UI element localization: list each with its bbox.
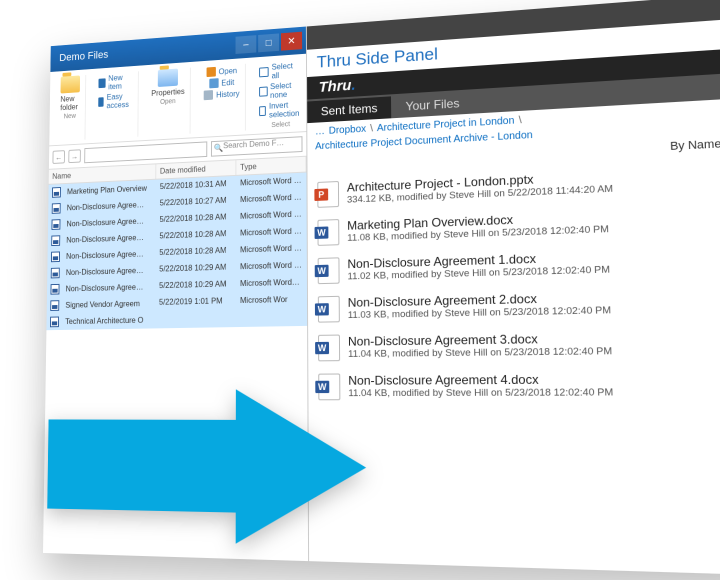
- properties-button[interactable]: Properties: [151, 68, 185, 98]
- window-title: Demo Files: [54, 49, 108, 64]
- word-doc-icon: [50, 317, 59, 328]
- new-folder-button[interactable]: New folder: [60, 75, 80, 112]
- word-doc-icon: [51, 268, 60, 279]
- select-all-button[interactable]: Select all: [259, 61, 302, 81]
- edit-button[interactable]: Edit: [209, 77, 234, 88]
- file-explorer-window: Demo Files – □ ✕ New folder New New item: [43, 26, 309, 561]
- word-doc-icon: [51, 235, 60, 246]
- word-doc-icon: [51, 284, 60, 295]
- word-icon: [318, 335, 340, 362]
- word-doc-icon: [51, 251, 60, 262]
- easy-access-button[interactable]: Easy access: [98, 92, 132, 111]
- thru-side-panel: Thru Side Panel Thru. Sent Items Your Fi…: [307, 0, 720, 575]
- powerpoint-icon: [317, 181, 339, 208]
- properties-icon: [158, 69, 178, 87]
- breadcrumb-ellipsis[interactable]: …: [315, 126, 325, 137]
- invert-selection-button[interactable]: Invert selection: [259, 100, 302, 120]
- folder-icon: [61, 75, 81, 93]
- open-button[interactable]: Open: [207, 65, 237, 77]
- back-button[interactable]: ←: [52, 150, 64, 164]
- maximize-button[interactable]: □: [258, 33, 279, 52]
- word-icon: [318, 373, 340, 400]
- word-doc-icon: [52, 187, 61, 198]
- list-item[interactable]: Non-Disclosure Agreement 4.docx11.04 KB,…: [314, 364, 720, 407]
- word-doc-icon: [50, 300, 59, 311]
- close-button[interactable]: ✕: [281, 32, 302, 51]
- word-icon: [318, 296, 340, 323]
- word-icon: [318, 257, 340, 284]
- file-list: Marketing Plan Overview5/22/2018 10:31 A…: [43, 173, 308, 562]
- forward-button[interactable]: →: [68, 149, 81, 163]
- search-input[interactable]: Search Demo F…: [211, 136, 303, 157]
- word-doc-icon: [51, 219, 60, 230]
- panel-file-list: Architecture Project - London.pptx334.12…: [307, 156, 720, 576]
- new-item-button[interactable]: New item: [98, 73, 132, 92]
- word-icon: [317, 219, 339, 246]
- list-item[interactable]: Non-Disclosure Agreement 3.docx11.04 KB,…: [314, 322, 720, 368]
- select-none-button[interactable]: Select none: [259, 80, 302, 100]
- breadcrumb[interactable]: [84, 141, 207, 163]
- word-doc-icon: [52, 203, 61, 214]
- history-button[interactable]: History: [204, 88, 239, 100]
- minimize-button[interactable]: –: [236, 35, 257, 54]
- breadcrumb-link[interactable]: Dropbox: [329, 124, 366, 137]
